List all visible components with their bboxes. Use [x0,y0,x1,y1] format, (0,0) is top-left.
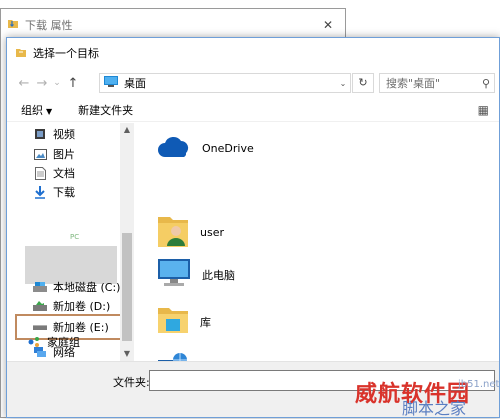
video-icon [33,128,47,141]
search-icon: ⚲ [481,76,491,90]
search-placeholder: 搜索"桌面" [386,77,441,90]
forward-button[interactable]: → [33,76,51,91]
command-toolbar: 组织 ▼ 新建文件夹 ▦ [7,98,499,122]
folder-field-label: 文件夹: [113,376,150,389]
location-label: 桌面 [124,77,146,90]
select-destination-dialog: 选择一个目标 ← → ⌄ ↑ 桌面 ⌄ ↻ 搜索"桌面" ⚲ 组织 ▼ 新建文件夹… [6,37,500,418]
caret-down-icon: ▼ [46,106,53,116]
nav-item-label: 视频 [53,128,75,141]
location-path[interactable]: 桌面 ⌄ [99,73,351,93]
nav-item-homegroup[interactable]: 家庭组 [27,333,80,351]
obscured-label-fragment: PC [70,233,80,241]
documents-icon [33,166,47,180]
list-item-label: 库 [200,315,211,329]
nav-item-volume-d[interactable]: 新加卷 (D:) [33,297,110,315]
nav-item-label: 新加卷 (D:) [53,300,111,313]
this-pc-icon [156,257,192,292]
new-folder-button[interactable]: 新建文件夹 [78,102,133,118]
view-options-icon[interactable]: ▦ [478,103,489,117]
navigation-pane: 视频 图片 文档 下载 PC 本地磁盘 (C:) 新加卷 (D:) 新加卷 (E… [7,123,134,361]
desktop-icon [104,76,118,90]
nav-item-pictures[interactable]: 图片 [33,145,75,163]
dialog-title: 选择一个目标 [33,47,99,60]
content-pane: OneDrive user 此电脑 库 [134,123,499,361]
scroll-up-icon[interactable]: ▲ [120,123,134,137]
organize-label: 组织 [21,103,43,117]
nav-item-label: 文档 [53,167,75,180]
nav-item-downloads[interactable]: 下载 [33,183,75,201]
watermark-text-secondary: 脚本之家 [402,399,467,418]
nav-item-documents[interactable]: 文档 [33,164,75,182]
nav-item-label: 图片 [53,148,75,161]
background-titlebar: 下载 属性 ✕ [1,9,345,40]
address-bar: ← → ⌄ ↑ 桌面 ⌄ ↻ 搜索"桌面" ⚲ [7,68,499,98]
library-icon [156,305,190,338]
refresh-button[interactable]: ↻ [352,73,374,93]
watermark-url: jb51.net [458,379,500,390]
folder-icon [15,46,27,61]
recent-locations-button[interactable]: ⌄ [51,78,63,88]
dialog-titlebar: 选择一个目标 [7,38,499,68]
homegroup-icon [27,336,41,349]
list-item-user[interactable]: user [156,213,224,252]
list-item-libraries[interactable]: 库 [156,305,211,338]
back-button[interactable]: ← [15,76,33,91]
list-item-label: OneDrive [202,142,254,155]
location-dropdown-button[interactable]: ⌄ [336,79,350,88]
list-item-onedrive[interactable]: OneDrive [156,135,254,162]
nav-item-videos[interactable]: 视频 [33,125,75,143]
list-item-label: user [200,226,224,239]
downloads-icon [33,185,47,199]
up-button[interactable]: ↑ [63,76,83,91]
scroll-down-icon[interactable]: ▼ [120,347,134,361]
onedrive-icon [156,135,192,162]
close-button[interactable]: ✕ [311,18,345,32]
background-window-title: 下载 属性 [25,18,73,32]
nav-item-label: 下载 [53,186,75,199]
user-folder-icon [156,213,190,252]
scrollbar-thumb[interactable] [122,233,132,341]
search-box[interactable]: 搜索"桌面" ⚲ [379,73,495,93]
nav-item-label: 本地磁盘 (C:) [53,281,121,294]
nav-item-local-disk-c[interactable]: 本地磁盘 (C:) [33,278,120,296]
list-item-label: 此电脑 [202,268,235,282]
nav-item-label: 家庭组 [47,336,80,349]
organize-button[interactable]: 组织 ▼ [21,102,52,118]
list-item-this-pc[interactable]: 此电脑 [156,257,235,292]
local-disk-icon [33,281,47,294]
folder-icon [7,17,19,32]
pictures-icon [33,148,47,161]
nav-scrollbar[interactable]: ▲ ▼ [120,123,134,361]
drive-icon [33,300,47,313]
